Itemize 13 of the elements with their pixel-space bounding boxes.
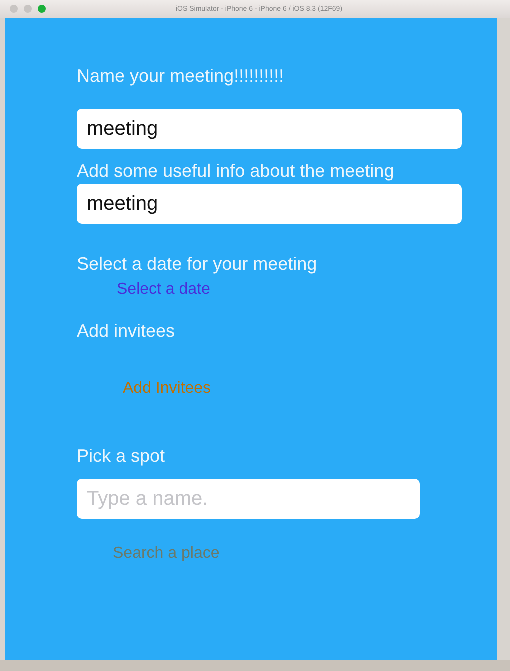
form-label: Name your meeting!!!!!!!!!!	[77, 66, 284, 87]
text-field[interactable]: Type a name.	[77, 479, 420, 519]
close-icon[interactable]	[10, 5, 18, 13]
form-label: Pick a spot	[77, 446, 166, 467]
form-label: Add invitees	[77, 321, 176, 342]
zoom-icon[interactable]	[38, 5, 46, 13]
minimize-icon[interactable]	[24, 5, 32, 13]
link-button[interactable]: Search a place	[113, 545, 220, 563]
text-field[interactable]: meeting	[77, 184, 462, 224]
text-field[interactable]: meeting	[77, 109, 462, 149]
form-label: Add some useful info about the meeting	[77, 161, 394, 182]
form-label: Select a date for your meeting	[77, 254, 318, 275]
link-button[interactable]: Select a date	[117, 281, 210, 299]
